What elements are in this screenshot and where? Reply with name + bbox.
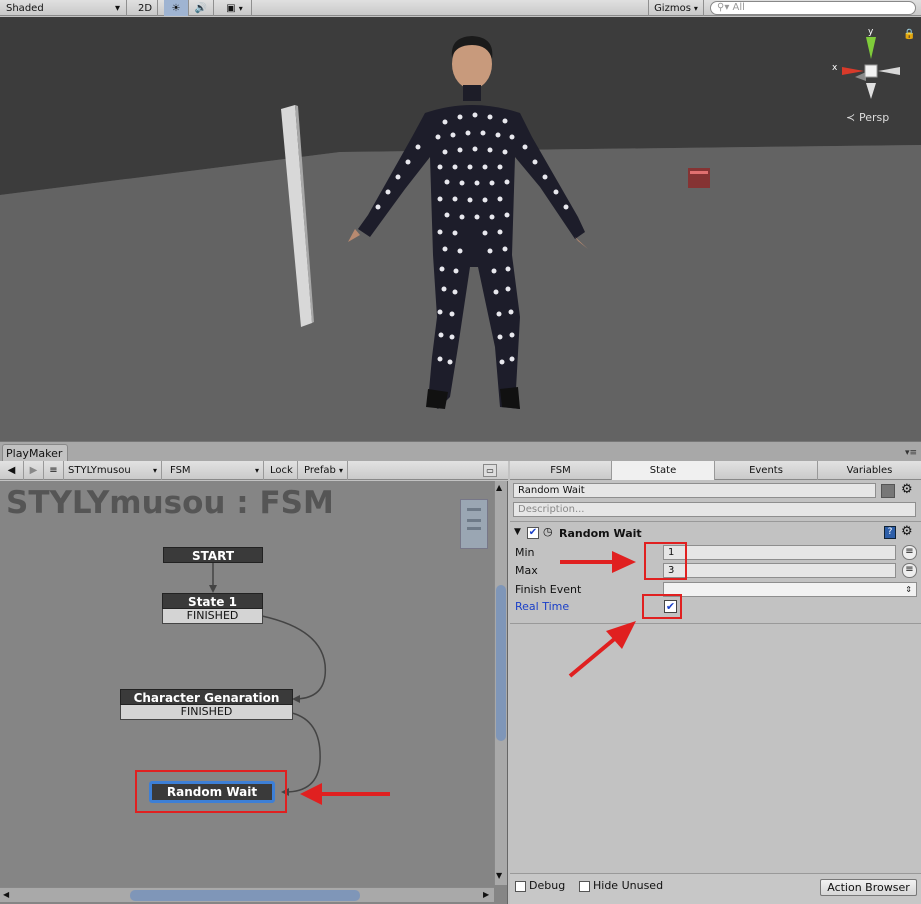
fsm-name-label: FSM [170,465,191,476]
persp-arrow-icon[interactable]: ≺ [846,111,855,124]
lock-button[interactable]: Lock [266,461,298,480]
playmaker-toolbar: ◀ ▶ ≡ STYLYmusou ▾ FSM ▾ Lock Prefab ▾ ▭ [0,461,508,480]
lock-label: Lock [270,465,293,476]
fsm-graph[interactable]: STYLYmusou : FSM START State 1 FINISHED … [0,481,508,904]
dropdown-arrow-icon: ▾ [238,3,243,13]
hide-unused-label: Hide Unused [593,879,664,892]
audio-toggle[interactable]: 🔊 [189,0,214,16]
annotation-arrows [560,551,636,678]
marker-stripe [690,171,708,174]
scene-toolbar: Shaded ▾ 2D ☀ 🔊 ▣ ▾ Gizmos ▾ ⚲▾ All [0,0,921,16]
vertical-scroll-thumb[interactable] [496,585,506,741]
shading-mode-dropdown[interactable]: Shaded ▾ [0,0,127,16]
state-inspector: Random Wait ⚙ Description... ▼ ✔ ◷ Rando… [510,481,921,904]
fsm-name-dropdown[interactable]: FSM ▾ [166,461,264,480]
state-node-character-genaration[interactable]: Character Genaration FINISHED [120,689,293,720]
state-title: Random Wait [166,785,258,799]
state-title: State 1 [162,593,263,609]
sun-icon: ☀ [171,2,181,14]
dropdown-arrow-icon: ▾ [114,2,120,14]
inspector-footer: Debug Hide Unused Action Browser [510,873,921,904]
scroll-right-icon[interactable]: ▶ [483,890,489,899]
tab-label: Events [749,465,783,476]
tab-label: State [649,465,677,476]
hide-unused-checkbox[interactable] [579,881,590,892]
menu-list-icon[interactable]: ≡ [44,461,64,480]
y-axis-label: y [868,27,874,37]
start-node[interactable]: START [163,547,263,563]
tab-fsm[interactable]: FSM [510,461,612,480]
tab-variables[interactable]: Variables [818,461,921,480]
dropdown-arrow-icon: ▾ [254,466,259,475]
prefab-dropdown[interactable]: Prefab ▾ [300,461,348,480]
action-browser-button[interactable]: Action Browser [820,879,917,896]
scroll-down-icon[interactable]: ▼ [496,871,502,880]
x-axis-label: x [832,63,838,73]
lighting-toggle[interactable]: ☀ [164,0,189,16]
inspector-tabs: FSM State Events Variables [510,461,921,480]
forward-arrow-icon[interactable]: ▶ [24,461,44,480]
fsm-owner-dropdown[interactable]: STYLYmusou ▾ [64,461,162,480]
search-placeholder: All [732,2,745,13]
tab-events[interactable]: Events [715,461,818,480]
debug-checkbox[interactable] [515,881,526,892]
fsm-owner-label: STYLYmusou [68,465,131,476]
back-arrow-icon[interactable]: ◀ [0,461,24,480]
horizontal-scroll-thumb[interactable] [130,890,360,901]
2d-toggle[interactable]: 2D [133,0,158,16]
effects-dropdown[interactable]: ▣ ▾ [218,0,252,16]
scene-viewport[interactable]: y x ≺ Persp 🔒 [0,17,921,441]
graph-vertical-scrollbar[interactable]: ▲ ▼ [494,481,507,885]
prefab-label: Prefab [304,465,336,476]
scene-search-input[interactable]: ⚲▾ All [710,1,916,15]
state-node-random-wait[interactable]: Random Wait [149,781,275,803]
debug-label: Debug [529,879,566,892]
image-icon: ▣ [226,2,236,14]
state-title: Character Genaration [120,689,293,705]
2d-label: 2D [137,2,153,14]
gizmos-dropdown[interactable]: Gizmos ▾ [648,0,704,16]
scroll-up-icon[interactable]: ▲ [496,483,502,492]
dropdown-arrow-icon: ▾ [338,466,343,475]
graph-horizontal-scrollbar[interactable]: ◀ ▶ [0,887,494,902]
lock-icon[interactable]: 🔒 [903,28,915,40]
playmaker-tabbar [0,441,921,461]
gizmo-center-cube[interactable] [864,64,878,78]
tab-label: Variables [846,465,893,476]
dropdown-arrow-icon: ▾ [152,466,157,475]
search-icon: ⚲▾ [717,2,730,13]
perspective-label[interactable]: Persp [859,111,889,124]
tab-label: FSM [550,465,571,476]
panel-menu-icon[interactable]: ▾≡ [905,448,917,458]
state-node-state1[interactable]: State 1 FINISHED [162,593,263,624]
playmaker-tab-label: PlayMaker [6,447,63,460]
start-label: START [191,549,235,563]
gizmos-label: Gizmos [654,2,691,14]
action-browser-label: Action Browser [827,881,910,894]
tab-state[interactable]: State [612,461,715,480]
dropdown-arrow-icon: ▾ [693,3,698,13]
scroll-left-icon[interactable]: ◀ [3,890,9,899]
state-event[interactable]: FINISHED [120,705,293,720]
state-event[interactable]: FINISHED [162,609,263,624]
minimap-toggle-icon[interactable]: ▭ [483,464,497,477]
minimap[interactable] [460,499,488,549]
shading-mode-label: Shaded [6,2,44,14]
scene-render: y x ≺ Persp 🔒 [0,17,921,441]
speaker-icon: 🔊 [194,2,208,14]
tab-playmaker[interactable]: PlayMaker [2,444,68,462]
